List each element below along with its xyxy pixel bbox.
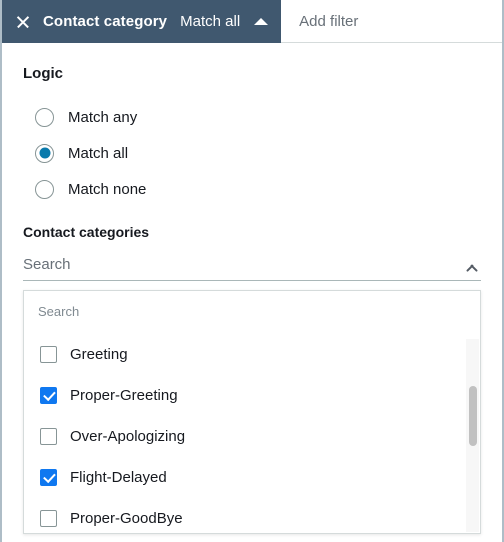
- contact-categories-select-value: Search: [23, 255, 71, 273]
- checkbox-checked-icon[interactable]: [40, 469, 57, 486]
- option-over-apologizing[interactable]: Over-Apologizing: [24, 416, 480, 457]
- contact-categories-select[interactable]: Search: [23, 248, 481, 281]
- radio-option-match-any[interactable]: Match any: [23, 99, 500, 135]
- option-greeting[interactable]: Greeting: [24, 334, 480, 375]
- filter-token-property-label: Contact category: [43, 13, 168, 30]
- dropdown-search-row[interactable]: [24, 291, 480, 331]
- radio-mark-selected-icon[interactable]: [35, 143, 54, 163]
- filter-bar: Contact category Match all: [2, 0, 502, 43]
- checkbox-icon[interactable]: [40, 510, 57, 527]
- contact-categories-dropdown: Greeting Proper-Greeting Over-Apologizin…: [23, 290, 481, 534]
- option-label-proper-goodbye: Proper-GoodBye: [70, 510, 183, 527]
- add-filter-area[interactable]: [281, 0, 502, 42]
- checkbox-checked-icon[interactable]: [40, 387, 57, 404]
- option-label-flight-delayed: Flight-Delayed: [70, 469, 167, 486]
- contact-categories-label: Contact categories: [23, 224, 150, 240]
- dropdown-scrollbar-thumb[interactable]: [468, 386, 477, 446]
- option-proper-greeting[interactable]: Proper-Greeting: [24, 375, 480, 416]
- radio-label-match-none: Match none: [68, 180, 147, 198]
- option-label-proper-greeting: Proper-Greeting: [70, 387, 178, 404]
- radio-label-match-all: Match all: [68, 144, 129, 162]
- filter-token-contact-category[interactable]: Contact category Match all: [2, 0, 282, 43]
- radio-mark-icon[interactable]: [35, 179, 54, 199]
- caret-up-icon[interactable]: [254, 18, 269, 25]
- logic-section-label: Logic: [23, 65, 63, 82]
- contact-categories-option-list: Greeting Proper-Greeting Over-Apologizin…: [24, 331, 480, 533]
- checkbox-icon[interactable]: [40, 346, 57, 363]
- dropdown-scrollbar-track[interactable]: [466, 339, 479, 532]
- radio-mark-icon[interactable]: [35, 107, 54, 127]
- dropdown-search-input[interactable]: [38, 303, 436, 319]
- option-label-greeting: Greeting: [70, 346, 128, 363]
- close-icon[interactable]: [16, 15, 30, 29]
- chevron-up-icon[interactable]: [465, 260, 479, 269]
- logic-radio-group: Match any Match all Match none: [23, 99, 500, 207]
- filter-panel: Contact category Match all Logic Match a…: [0, 0, 504, 542]
- add-filter-input[interactable]: [299, 12, 502, 30]
- filter-token-operator-label: Match all: [180, 13, 241, 30]
- radio-label-match-any: Match any: [68, 108, 138, 126]
- radio-option-match-all[interactable]: Match all: [23, 135, 500, 171]
- option-proper-goodbye[interactable]: Proper-GoodBye: [24, 498, 480, 533]
- radio-option-match-none[interactable]: Match none: [23, 171, 500, 207]
- option-label-over-apologizing: Over-Apologizing: [70, 428, 186, 445]
- checkbox-icon[interactable]: [40, 428, 57, 445]
- option-flight-delayed[interactable]: Flight-Delayed: [24, 457, 480, 498]
